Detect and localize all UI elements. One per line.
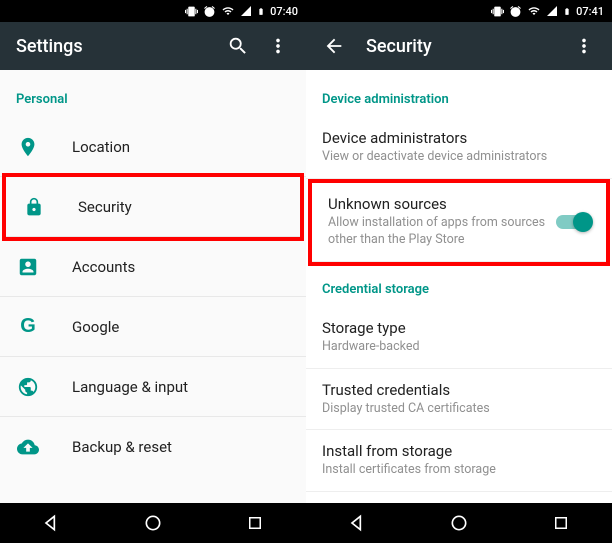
search-icon xyxy=(227,35,249,57)
back-icon xyxy=(347,513,367,533)
nav-bar xyxy=(0,503,306,543)
account-icon xyxy=(16,255,40,279)
battery-icon xyxy=(563,5,571,18)
settings-item-google[interactable]: G Google xyxy=(0,297,306,357)
security-list: Device administration Device administrat… xyxy=(306,70,612,503)
item-title: Unknown sources xyxy=(328,195,548,213)
item-subtitle: Hardware-backed xyxy=(322,339,596,356)
nav-back[interactable] xyxy=(11,503,91,543)
status-time: 07:41 xyxy=(576,5,604,18)
search-button[interactable] xyxy=(218,26,258,66)
app-bar: Settings xyxy=(0,22,306,70)
item-install-from-storage[interactable]: Install from storage Install certificate… xyxy=(306,430,612,492)
signal-icon xyxy=(240,5,252,17)
home-icon xyxy=(143,513,163,533)
highlight-security: Security xyxy=(2,173,304,241)
item-title: Storage type xyxy=(322,319,596,337)
item-label: Backup & reset xyxy=(72,438,290,456)
arrow-back-icon xyxy=(323,35,345,57)
item-unknown-sources[interactable]: Unknown sources Allow installation of ap… xyxy=(312,183,606,262)
item-label: Accounts xyxy=(72,258,290,276)
settings-list: Personal Location Security xyxy=(0,70,306,503)
signal-icon xyxy=(546,5,558,17)
item-title: Trusted credentials xyxy=(322,381,596,399)
recents-icon xyxy=(246,514,264,532)
item-storage-type[interactable]: Storage type Hardware-backed xyxy=(306,307,612,369)
nav-recents[interactable] xyxy=(521,503,601,543)
settings-item-language[interactable]: Language & input xyxy=(0,357,306,417)
overflow-button[interactable] xyxy=(258,26,298,66)
language-icon xyxy=(16,375,40,399)
page-title: Security xyxy=(366,36,564,57)
settings-item-accounts[interactable]: Accounts xyxy=(0,237,306,297)
more-vert-icon xyxy=(573,35,595,57)
item-subtitle: Install certificates from storage xyxy=(322,462,596,479)
alarm-icon xyxy=(509,5,522,18)
status-bar: 07:41 xyxy=(306,0,612,22)
vibrate-icon xyxy=(185,5,198,18)
section-header-personal: Personal xyxy=(0,70,306,117)
nav-home[interactable] xyxy=(113,503,193,543)
lock-icon xyxy=(22,195,46,219)
google-icon: G xyxy=(16,315,40,339)
item-title: Install from storage xyxy=(322,442,596,460)
nav-back[interactable] xyxy=(317,503,397,543)
back-icon xyxy=(41,513,61,533)
nav-recents[interactable] xyxy=(215,503,295,543)
item-label: Location xyxy=(72,138,290,156)
item-clear-credentials[interactable]: Clear credentials xyxy=(306,492,612,503)
item-label: Security xyxy=(78,198,284,216)
item-subtitle: Display trusted CA certificates xyxy=(322,401,596,418)
settings-item-location[interactable]: Location xyxy=(0,117,306,177)
vibrate-icon xyxy=(491,5,504,18)
item-device-administrators[interactable]: Device administrators View or deactivate… xyxy=(306,117,612,179)
settings-item-backup[interactable]: Backup & reset xyxy=(0,417,306,477)
app-bar: Security xyxy=(306,22,612,70)
more-vert-icon xyxy=(267,35,289,57)
unknown-sources-toggle[interactable] xyxy=(556,215,590,229)
location-icon xyxy=(16,135,40,159)
item-title: Device administrators xyxy=(322,129,596,147)
item-trusted-credentials[interactable]: Trusted credentials Display trusted CA c… xyxy=(306,369,612,431)
battery-icon xyxy=(257,5,265,18)
security-screen: 07:41 Security Device administration Dev… xyxy=(306,0,612,543)
section-header-credential: Credential storage xyxy=(306,266,612,307)
home-icon xyxy=(449,513,469,533)
overflow-button[interactable] xyxy=(564,26,604,66)
item-subtitle: View or deactivate device administrators xyxy=(322,149,596,166)
highlight-unknown-sources: Unknown sources Allow installation of ap… xyxy=(308,179,610,266)
item-label: Language & input xyxy=(72,378,290,396)
wifi-icon xyxy=(221,5,235,17)
back-button[interactable] xyxy=(314,26,354,66)
recents-icon xyxy=(552,514,570,532)
section-header-device-admin: Device administration xyxy=(306,70,612,117)
settings-screen: 07:40 Settings Personal Location xyxy=(0,0,306,543)
nav-home[interactable] xyxy=(419,503,499,543)
item-label: Google xyxy=(72,318,290,336)
wifi-icon xyxy=(527,5,541,17)
status-bar: 07:40 xyxy=(0,0,306,22)
alarm-icon xyxy=(203,5,216,18)
item-subtitle: Allow installation of apps from sources … xyxy=(328,215,548,249)
settings-item-security[interactable]: Security xyxy=(6,177,300,237)
backup-icon xyxy=(16,435,40,459)
status-time: 07:40 xyxy=(270,5,298,18)
nav-bar xyxy=(306,503,612,543)
page-title: Settings xyxy=(16,36,218,57)
